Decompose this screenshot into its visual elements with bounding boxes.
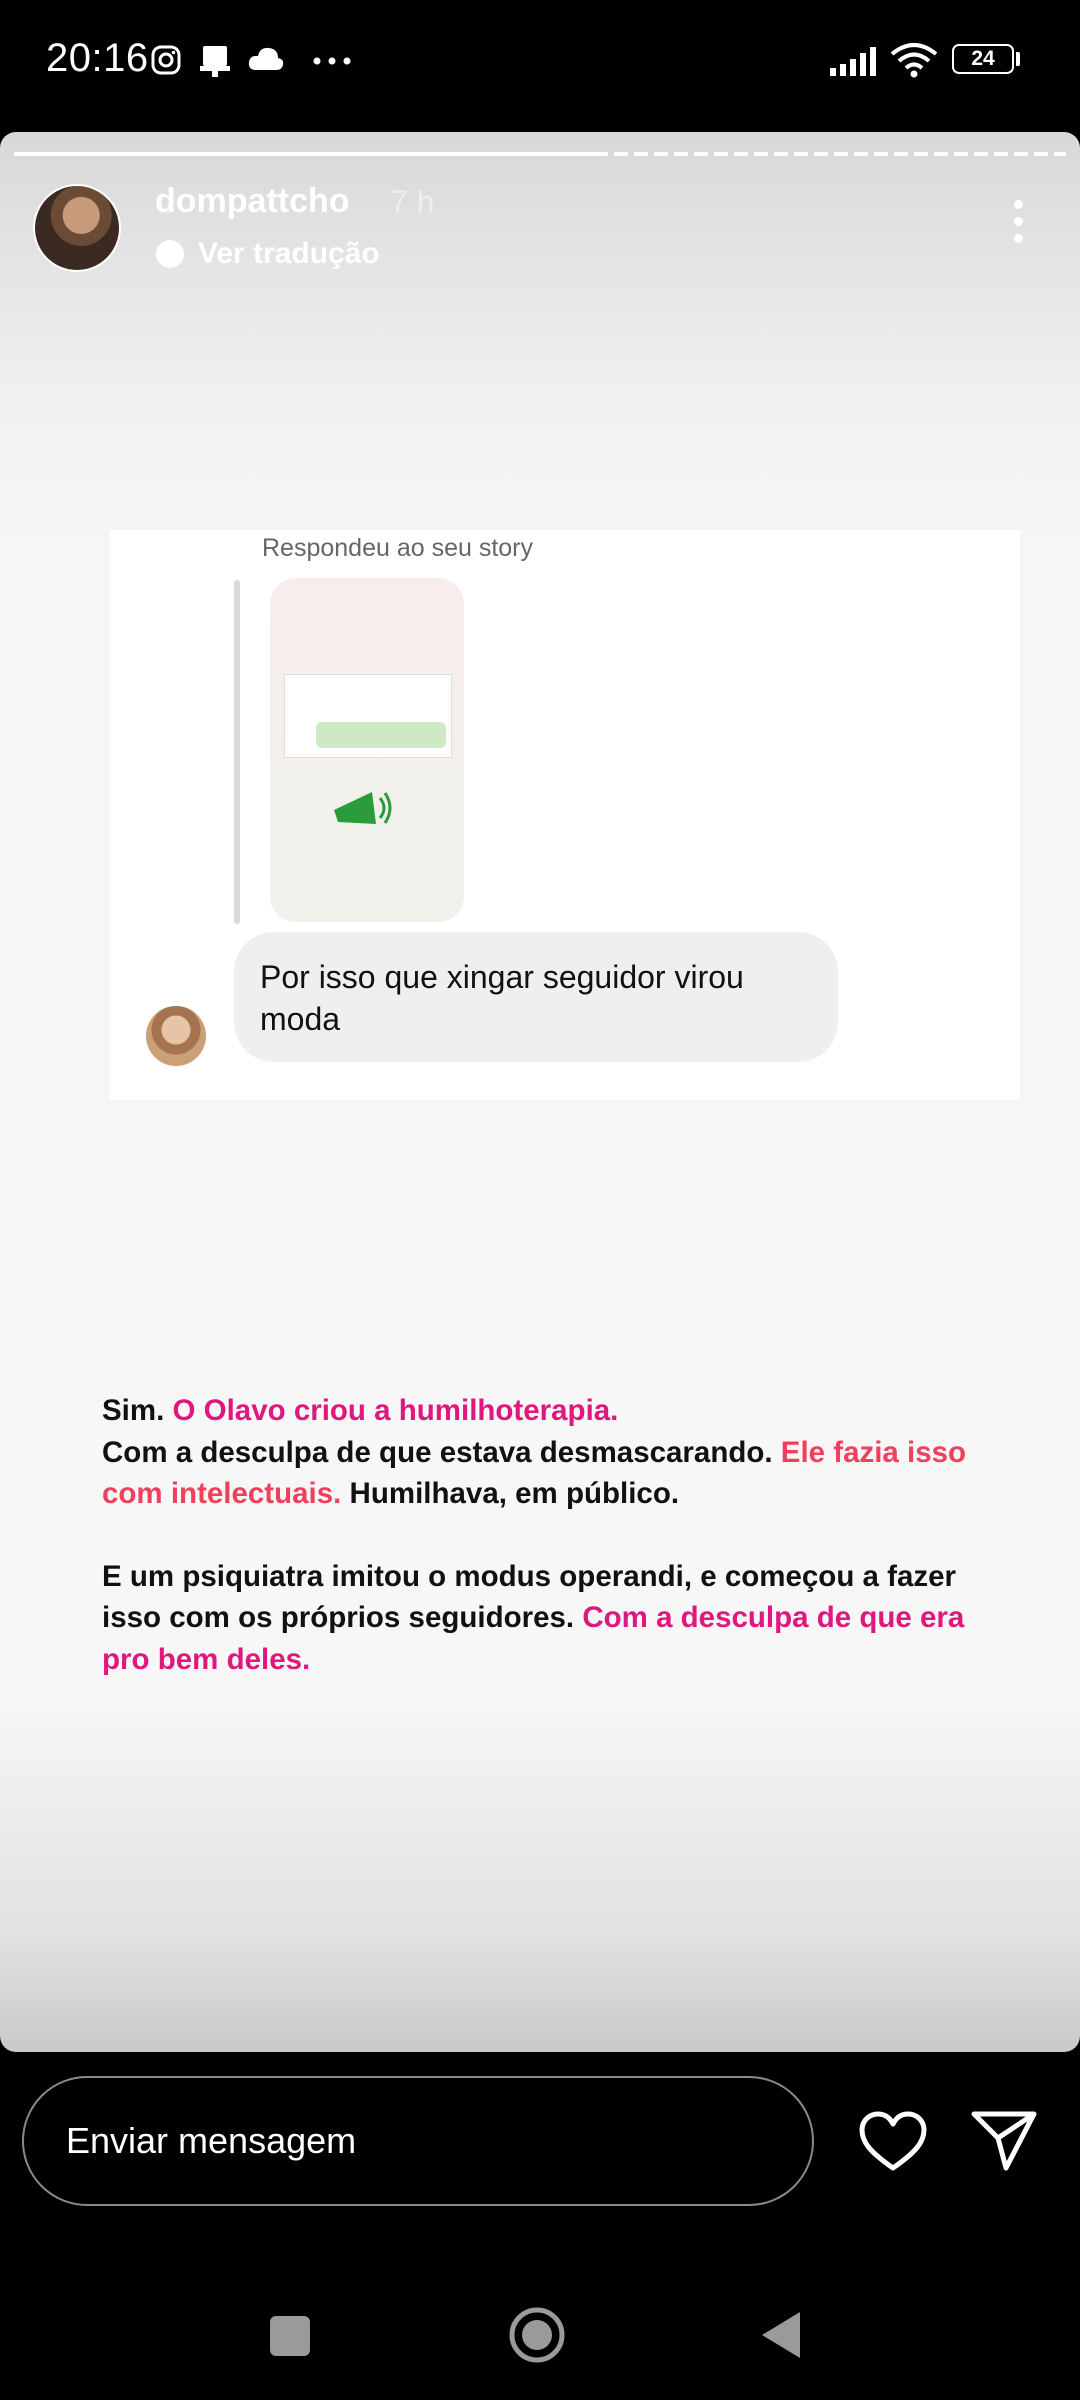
caption-highlight: O Olavo criou a humilhoterapia. [172,1394,619,1427]
status-time: 20:16 [46,36,149,80]
send-message-input[interactable]: Enviar mensagem [22,2076,814,2206]
instagram-icon [151,45,181,75]
battery-tip [1016,52,1020,66]
back-button[interactable] [760,2310,804,2360]
status-bar: 20:16 24 [0,0,1080,125]
story-more-options-icon[interactable] [1012,200,1024,244]
story-progress-bar [14,152,604,156]
reply-screenshot-card: Respondeu ao seu story Por isso que xing… [110,530,1020,1100]
caption-paragraph-1: Sim. O Olavo criou a humilhoterapia. [102,1390,992,1432]
story-caption: Sim. O Olavo criou a humilhoterapia. Com… [102,1390,992,1680]
cloud-icon [248,47,284,70]
translate-icon [156,240,184,268]
reply-message-bubble: Por isso que xingar seguidor virou moda [234,932,838,1062]
battery-indicator: 24 [952,44,1014,74]
story-thumbnail [270,578,464,922]
wifi-icon [890,43,938,78]
thumbnail-audio-bubble [316,722,446,748]
replier-avatar [146,1006,206,1066]
caption-text: Com a desculpa de que estava desmascaran… [102,1435,781,1469]
quote-bar [234,580,240,924]
home-button[interactable] [506,2304,568,2366]
recent-apps-button[interactable] [270,2316,310,2356]
story-viewer[interactable]: dompattcho 7 h Ver tradução Respondeu ao… [0,132,1080,2052]
megaphone-logo-icon [334,792,392,824]
caption-text: Sim. [102,1394,173,1427]
caption-text: Humilhava, em público. [341,1477,680,1510]
caption-paragraph-3: E um psiquiatra imitou o modus operandi,… [102,1556,992,1681]
story-time-ago: 7 h [390,184,435,220]
reply-header: Respondeu ao seu story [262,534,534,562]
story-author-avatar[interactable] [33,184,121,272]
signal-icon [830,47,876,76]
translate-label: Ver tradução [198,237,380,270]
caption-paragraph-2: Com a desculpa de que estava desmascaran… [102,1432,992,1515]
notification-icon [200,46,230,77]
story-username[interactable]: dompattcho [155,182,350,221]
translate-button[interactable]: Ver tradução [156,237,380,271]
send-icon[interactable] [970,2108,1038,2172]
more-dots-icon [313,57,351,65]
heart-icon[interactable] [858,2110,928,2174]
battery-level: 24 [971,47,995,70]
